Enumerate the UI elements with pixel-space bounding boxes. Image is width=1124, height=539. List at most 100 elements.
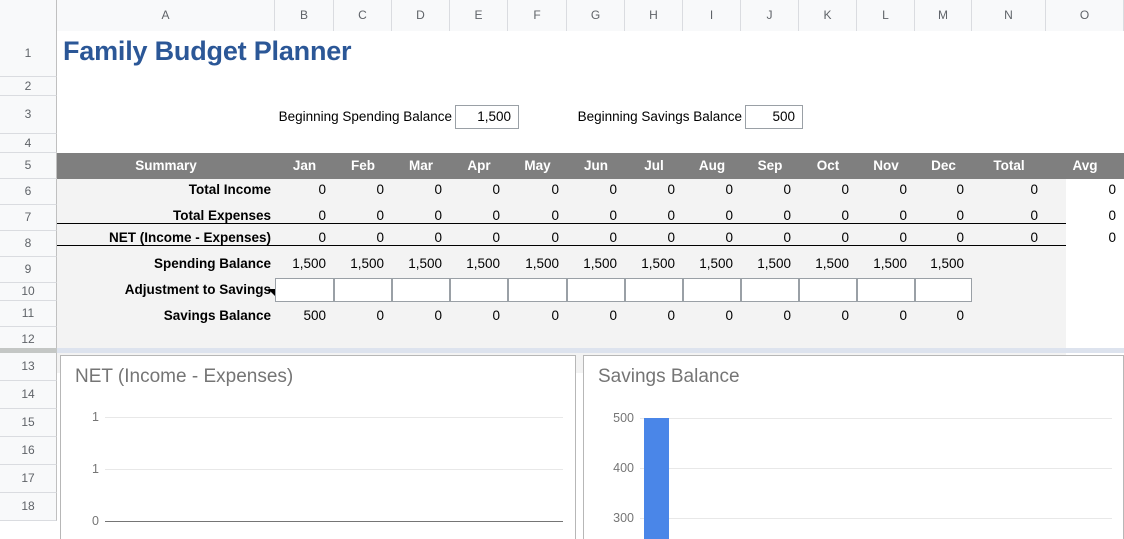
total-expenses-total: 0: [1030, 208, 1038, 223]
row-header-3[interactable]: 3: [0, 96, 57, 134]
total-income-avg: 0: [1108, 182, 1116, 197]
savings-balance-dec: 0: [956, 308, 964, 323]
adjustment-input-oct[interactable]: [799, 278, 857, 302]
row-header-8[interactable]: 8: [0, 231, 57, 257]
chart-savings-balance[interactable]: Savings Balance 500400300200: [583, 355, 1124, 539]
row-header-18[interactable]: 18: [0, 493, 57, 521]
column-header-j[interactable]: J: [741, 0, 799, 31]
adjustment-input-nov[interactable]: [857, 278, 915, 302]
total-income-jul: 0: [667, 182, 675, 197]
spending-balance-nov: 1,500: [873, 256, 907, 271]
net-income-expenses-feb: 0: [376, 230, 384, 245]
column-header-d[interactable]: D: [392, 0, 450, 31]
column-header-f[interactable]: F: [508, 0, 567, 31]
spending-balance-jan: 1,500: [292, 256, 326, 271]
adjustment-input-mar[interactable]: [392, 278, 450, 302]
adjustment-input-jul[interactable]: [625, 278, 683, 302]
column-header-n[interactable]: N: [972, 0, 1046, 31]
row-header-6[interactable]: 6: [0, 179, 57, 205]
total-expenses-aug: 0: [725, 208, 733, 223]
row-label-total-income: Total Income: [188, 182, 271, 197]
column-header-strip: ABCDEFGHIJKLMNO: [0, 0, 1124, 31]
summary-header-may: May: [524, 158, 551, 173]
spending-balance-may: 1,500: [525, 256, 559, 271]
net-income-expenses-apr: 0: [492, 230, 500, 245]
savings-balance-apr: 0: [492, 308, 500, 323]
row-header-10[interactable]: 10: [0, 283, 57, 301]
total-expenses-feb: 0: [376, 208, 384, 223]
row-header-9[interactable]: 9: [0, 257, 57, 283]
column-header-e[interactable]: E: [450, 0, 508, 31]
total-income-feb: 0: [376, 182, 384, 197]
savings-balance-jul: 0: [667, 308, 675, 323]
y-axis-tick-300: 300: [613, 511, 634, 525]
row-header-5[interactable]: 5: [0, 153, 57, 179]
adjustment-input-feb[interactable]: [334, 278, 392, 302]
column-header-i[interactable]: I: [683, 0, 741, 31]
beginning-spending-balance-label: Beginning Spending Balance: [278, 109, 452, 124]
total-expenses-mar: 0: [434, 208, 442, 223]
summary-header-summary: Summary: [135, 158, 197, 173]
spending-balance-mar: 1,500: [408, 256, 442, 271]
net-income-expenses-dec: 0: [956, 230, 964, 245]
column-header-b[interactable]: B: [275, 0, 334, 31]
row-header-14[interactable]: 14: [0, 381, 57, 409]
y-axis-tick-1: 1: [92, 410, 99, 424]
y-axis-tick-0: 0: [92, 514, 99, 528]
row-label-adjustment-to-savings: Adjustment to Savings: [124, 282, 271, 297]
chart-savings-title: Savings Balance: [598, 366, 740, 387]
chart-net-income-expenses[interactable]: NET (Income - Expenses) 1 1 0: [60, 355, 576, 539]
column-header-g[interactable]: G: [567, 0, 625, 31]
row-header-15[interactable]: 15: [0, 409, 57, 437]
adjustment-input-apr[interactable]: [450, 278, 508, 302]
total-income-total: 0: [1030, 182, 1038, 197]
net-income-expenses-total: 0: [1030, 230, 1038, 245]
adjustment-input-dec[interactable]: [915, 278, 972, 302]
row-header-4[interactable]: 4: [0, 134, 57, 153]
row-header-1[interactable]: 1: [0, 31, 57, 77]
net-income-expenses-sep: 0: [783, 230, 791, 245]
savings-balance-nov: 0: [899, 308, 907, 323]
row-header-7[interactable]: 7: [0, 205, 57, 231]
row-header-13[interactable]: 13: [0, 353, 57, 381]
total-income-jan: 0: [318, 182, 326, 197]
column-header-k[interactable]: K: [799, 0, 857, 31]
column-header-a[interactable]: A: [57, 0, 275, 31]
row-label-spending-balance: Spending Balance: [153, 256, 271, 271]
spending-balance-jul: 1,500: [641, 256, 675, 271]
row-header-16[interactable]: 16: [0, 437, 57, 465]
savings-balance-sep: 0: [783, 308, 791, 323]
row-header-17[interactable]: 17: [0, 465, 57, 493]
frozen-row-handle[interactable]: [0, 348, 57, 353]
row-header-11[interactable]: 11: [0, 301, 57, 327]
column-header-o[interactable]: O: [1046, 0, 1124, 31]
savings-balance-mar: 0: [434, 308, 442, 323]
gridline-0: [105, 521, 563, 522]
total-expenses-apr: 0: [492, 208, 500, 223]
select-all-corner[interactable]: [0, 0, 57, 31]
column-header-l[interactable]: L: [857, 0, 915, 31]
total-expenses-avg: 0: [1108, 208, 1116, 223]
net-income-expenses-oct: 0: [841, 230, 849, 245]
adjustment-input-jun[interactable]: [567, 278, 625, 302]
row-header-2[interactable]: 2: [0, 77, 57, 96]
adjustment-input-jan[interactable]: [275, 278, 334, 302]
adjustment-input-sep[interactable]: [741, 278, 799, 302]
adjustment-input-aug[interactable]: [683, 278, 741, 302]
beginning-spending-balance-input[interactable]: 1,500: [455, 105, 519, 129]
y-axis-tick-400: 400: [613, 461, 634, 475]
summary-header-aug: Aug: [698, 158, 726, 173]
adjustment-input-may[interactable]: [508, 278, 567, 302]
column-header-c[interactable]: C: [334, 0, 392, 31]
page-title: Family Budget Planner: [63, 36, 352, 66]
summary-header-dec: Dec: [931, 158, 956, 173]
row-label-savings-balance: Savings Balance: [163, 308, 271, 323]
savings-balance-aug: 0: [725, 308, 733, 323]
column-header-h[interactable]: H: [625, 0, 683, 31]
gridline-400: [640, 468, 1112, 469]
spending-balance-jun: 1,500: [583, 256, 617, 271]
spreadsheet-canvas: ABCDEFGHIJKLMNO 1 2 3 4 5 6 7 8 9 10 11 12 13 14 15 16 1…: [0, 0, 1124, 539]
column-header-m[interactable]: M: [915, 0, 972, 31]
net-income-expenses-jul: 0: [667, 230, 675, 245]
beginning-savings-balance-input[interactable]: 500: [745, 105, 803, 129]
